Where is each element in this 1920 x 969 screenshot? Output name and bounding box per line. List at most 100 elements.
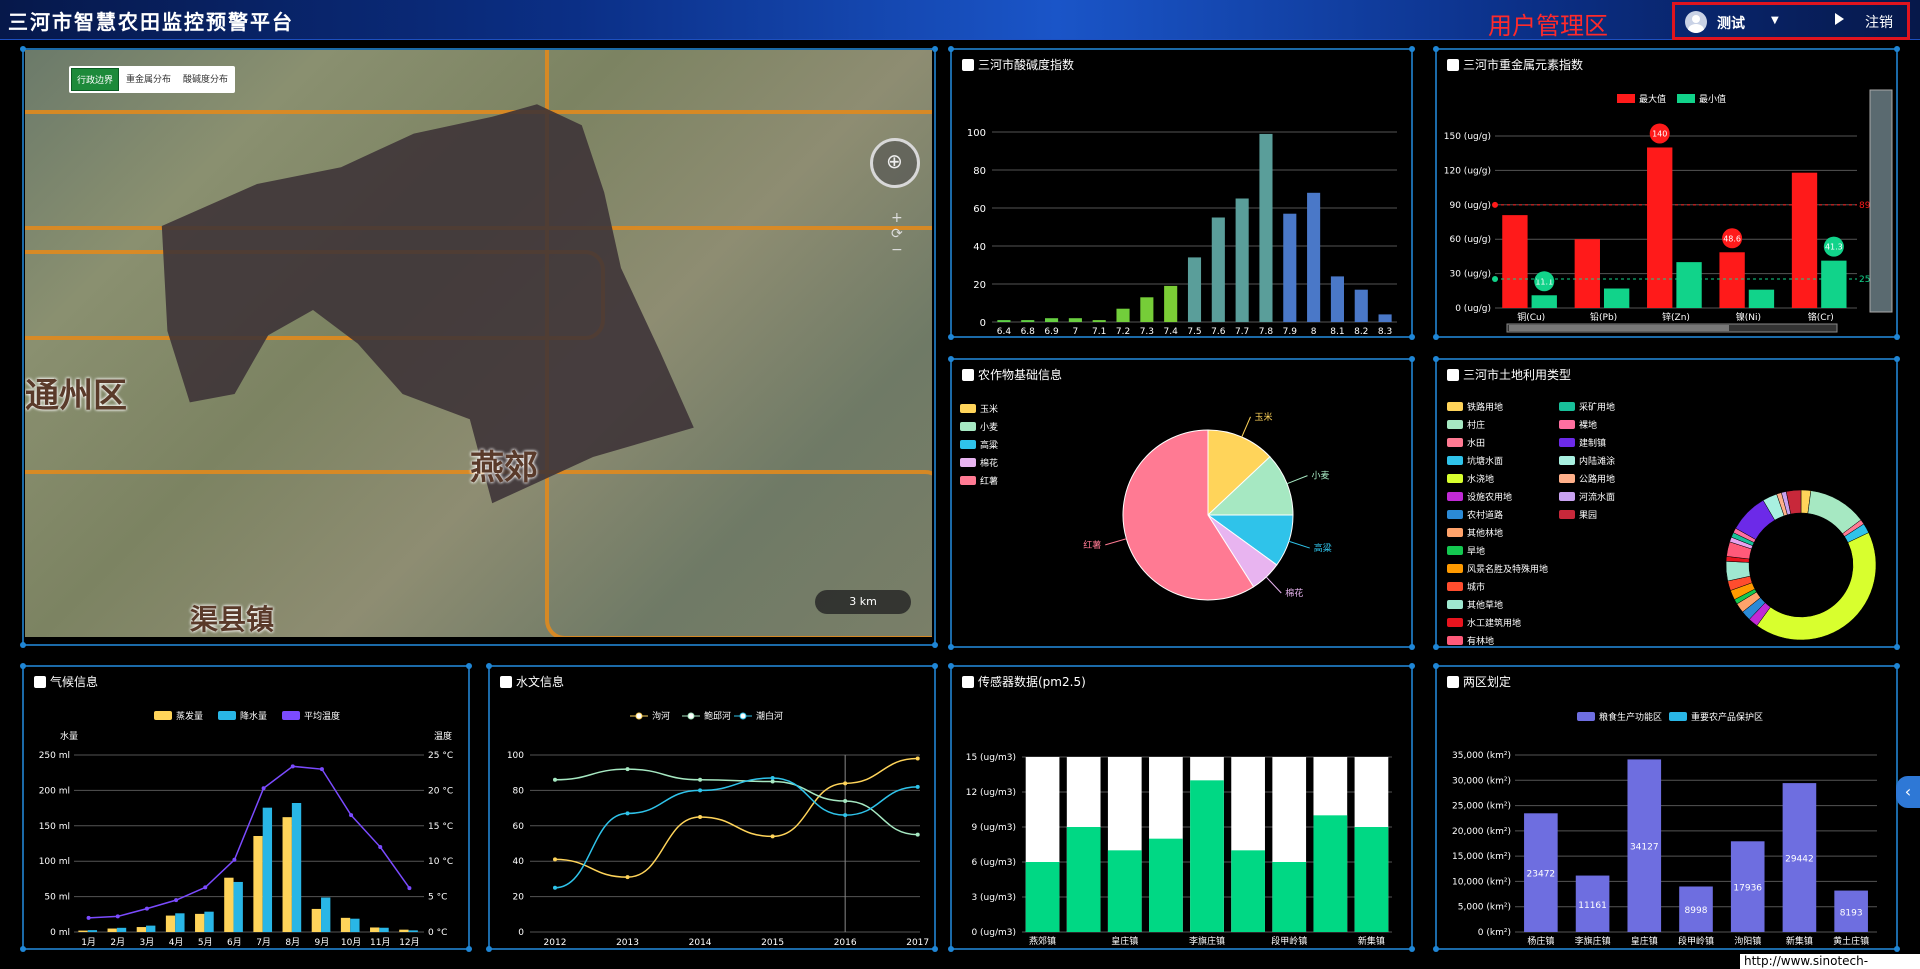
y-tick-label: 100 ml <box>39 857 70 867</box>
river-point <box>915 832 920 837</box>
x-tick-label: 新集镇 <box>1786 935 1813 947</box>
x-tick-label: 7.2 <box>1116 327 1130 337</box>
legend-swatch <box>282 711 300 720</box>
ph-bar <box>1068 318 1082 322</box>
river-line <box>554 757 918 878</box>
sensor-bar <box>1066 827 1101 932</box>
ph-bar <box>1021 320 1035 322</box>
x-tick-label: 11月 <box>370 937 390 948</box>
legend-label: 小麦 <box>980 421 998 433</box>
legend-swatch <box>1617 94 1635 103</box>
temperature-line <box>88 765 411 919</box>
legend-swatch <box>1669 712 1687 721</box>
bar-value-label: 23472 <box>1527 870 1556 880</box>
legend-label: 裸地 <box>1579 419 1597 431</box>
temperature-point <box>378 845 383 850</box>
y-tick-label: 40 <box>513 857 525 867</box>
x-tick-label: 7.1 <box>1092 327 1106 337</box>
ph-index-panel: 三河市酸碱度指数 0 20 40 60 80 100 6.4 6.8 6.9 7 7.1 7.2 7.3… <box>948 46 1415 340</box>
x-tick-label: 杨庄镇 <box>1527 935 1554 947</box>
evap-bar <box>399 929 409 932</box>
min-bar <box>1603 288 1630 308</box>
x-zoom-handle <box>1509 325 1729 331</box>
zoom-controls[interactable]: + ⟳ − <box>891 210 903 258</box>
legend-label: 设施农用地 <box>1467 491 1512 503</box>
y-tick-label: 5,000 (km²) <box>1458 903 1511 913</box>
evap-bar <box>195 913 205 932</box>
y-tick-label: 100 <box>507 751 524 761</box>
rain-bar <box>233 881 243 932</box>
chevron-down-icon[interactable]: ▼ <box>1771 15 1779 26</box>
legend-label: 城市 <box>1467 581 1485 593</box>
x-tick-label: 8.2 <box>1354 327 1368 337</box>
legend-swatch <box>960 422 976 431</box>
y-tick-label: 9 (ug/m3) <box>971 823 1016 833</box>
x-tick-label: 铅(Pb) <box>1590 311 1617 323</box>
legend-label: 其他草地 <box>1467 599 1503 611</box>
rain-bar <box>175 913 185 932</box>
legend-label: 降水量 <box>240 710 267 722</box>
tab-admin-boundary[interactable]: 行政边界 <box>71 68 120 91</box>
donut-slice <box>1756 532 1877 641</box>
y2-tick-label: 5 °C <box>428 893 447 903</box>
sensor-bar <box>1025 862 1060 932</box>
user-avatar-icon[interactable] <box>1685 11 1707 33</box>
collapse-side-button[interactable]: ‹ <box>1896 776 1920 808</box>
ph-bar <box>1354 289 1368 322</box>
temperature-point <box>407 886 412 891</box>
legend-label: 玉米 <box>980 403 998 415</box>
map-label: 渠县镇 <box>190 603 275 636</box>
x-tick-label: 8.1 <box>1330 327 1344 337</box>
ph-bar <box>1211 217 1225 322</box>
tab-ph-distribution[interactable]: 酸碱度分布 <box>178 68 234 91</box>
zone-bar-chart: 粮食生产功能区 重要农产品保护区 0 (km²) 5,000 (km²) 10,000 … <box>1452 711 1877 947</box>
logout-button[interactable]: 注销 <box>1865 12 1893 32</box>
rain-bar <box>116 927 127 932</box>
x-tick-label: 燕郊镇 <box>1029 935 1056 947</box>
footer-url: http://www.sinotech-zsdk.com <box>1740 954 1920 969</box>
crop-info-panel: 农作物基础信息 玉米 小麦 高粱 棉花 红薯 玉米 小麦 高粱 棉花 红薯 <box>948 356 1415 650</box>
y-tick-label: 0 (ug/m3) <box>971 928 1016 938</box>
ph-bar <box>1307 192 1321 322</box>
x-tick-label: 锌(Zn) <box>1662 311 1690 323</box>
y-tick-label: 0 (km²) <box>1478 928 1511 938</box>
legend-label: 平均温度 <box>304 710 340 722</box>
pie-label-line <box>1105 538 1127 546</box>
legend-swatch <box>1447 564 1463 573</box>
river-point <box>625 767 630 772</box>
top-header-bar: 三河市智慧农田监控预警平台 用户管理区 测试 ▼ 注销 <box>0 0 1920 40</box>
tab-heavy-metal[interactable]: 重金属分布 <box>121 68 177 91</box>
x-tick-label: 7.9 <box>1283 327 1298 337</box>
legend-label: 其他林地 <box>1467 527 1503 539</box>
user-area-annotation: 用户管理区 <box>1488 12 1608 40</box>
legend-swatch <box>154 711 172 720</box>
river-point <box>915 784 920 789</box>
map-layer-tabs: 行政边界 重金属分布 酸碱度分布 <box>69 66 236 93</box>
pie-label: 小麦 <box>1311 470 1329 482</box>
legend-marker <box>739 712 747 720</box>
legend-swatch <box>1447 510 1463 519</box>
ph-bar <box>1235 198 1249 322</box>
map-scale: 3 km <box>815 590 911 614</box>
river-point <box>698 777 703 782</box>
x-tick-label: 皇庄镇 <box>1631 935 1658 947</box>
compass-icon[interactable] <box>870 138 920 188</box>
x-tick-label: 10月 <box>341 937 361 948</box>
y-zoom-slider <box>1869 89 1893 313</box>
x-tick-label: 6.8 <box>1021 327 1036 337</box>
x-tick-label: 8.3 <box>1378 327 1392 337</box>
logout-arrow-icon[interactable] <box>1835 13 1844 25</box>
sensor-panel: 传感器数据(pm2.5) 0 (ug/m3) 3 (ug/m3) 6 (ug/m3)… <box>948 663 1415 952</box>
sensor-bar <box>1313 815 1348 932</box>
evap-bar <box>224 877 234 932</box>
river-point <box>625 811 630 816</box>
legend-label: 高粱 <box>980 439 998 451</box>
legend-swatch <box>960 440 976 449</box>
x-tick-label: 新集镇 <box>1358 935 1385 947</box>
satellite-map[interactable]: 通州区 燕郊 渠县镇 行政边界 重金属分布 酸碱度分布 +⟳− 3 km <box>25 50 932 637</box>
ph-bar <box>1140 297 1154 322</box>
temperature-point <box>290 764 295 769</box>
user-name[interactable]: 测试 <box>1717 13 1745 33</box>
x-tick-label: 2012 <box>544 938 567 948</box>
legend-marker <box>635 712 643 720</box>
